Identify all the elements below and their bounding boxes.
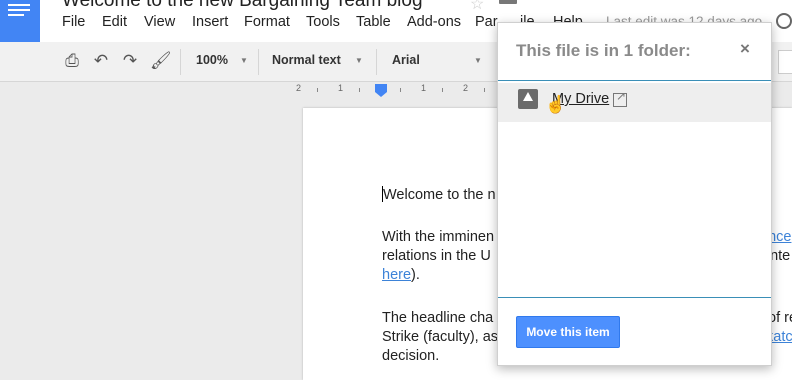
zoom-select[interactable]: 100% xyxy=(196,53,228,67)
toolbar-divider xyxy=(258,49,259,75)
link-text[interactable]: here xyxy=(382,267,411,283)
doc-line[interactable]: relations in the U xyxy=(382,247,491,266)
logo-line xyxy=(8,14,24,16)
menu-edit[interactable]: Edit xyxy=(102,14,127,30)
doc-line[interactable]: decision. xyxy=(382,347,439,366)
folder-icon[interactable] xyxy=(499,0,517,4)
style-select[interactable]: Normal text xyxy=(272,53,341,67)
ruler-number: 1 xyxy=(338,83,344,93)
chevron-down-icon[interactable]: ▼ xyxy=(474,56,482,65)
doc-line[interactable]: Strike (faculty), as xyxy=(382,328,498,347)
doc-line[interactable]: The headline cha xyxy=(382,309,493,328)
ruler-number: 2 xyxy=(296,83,302,93)
paint-format-icon[interactable]: 🖌 xyxy=(150,52,172,70)
toolbar-overflow-button[interactable] xyxy=(778,50,792,74)
logo-line xyxy=(8,4,30,6)
doc-text: With the imminen xyxy=(382,229,495,245)
doc-text: relations in the U xyxy=(382,248,491,264)
doc-text: Strike (faculty), as xyxy=(382,329,499,345)
print-icon[interactable]: ⎙ xyxy=(63,52,81,70)
ruler-tick xyxy=(317,88,318,92)
popup-divider xyxy=(498,297,771,298)
ruler-number: 1 xyxy=(421,83,427,93)
doc-line[interactable]: Welcome to the n xyxy=(382,186,496,205)
ruler-tick xyxy=(359,88,360,92)
logo-line xyxy=(8,9,30,11)
toolbar-divider xyxy=(376,49,377,75)
ruler-tick xyxy=(400,88,401,92)
folder-row-my-drive[interactable]: My Drive ☝ xyxy=(498,83,771,122)
chevron-down-icon[interactable]: ▼ xyxy=(240,56,248,65)
open-in-new-icon[interactable] xyxy=(613,89,627,107)
folder-location-popup: This file is in 1 folder: × My Drive ☝ M… xyxy=(497,22,772,366)
ruler-number: 2 xyxy=(463,83,469,93)
menu-insert[interactable]: Insert xyxy=(192,14,228,30)
google-drive-icon xyxy=(518,89,538,109)
menu-view[interactable]: View xyxy=(144,14,175,30)
undo-icon[interactable]: ↶ xyxy=(92,52,110,70)
star-icon[interactable]: ☆ xyxy=(470,0,484,14)
menu-file[interactable]: File xyxy=(62,14,85,30)
menu-format[interactable]: Format xyxy=(244,14,290,30)
docs-logo-icon[interactable] xyxy=(0,0,40,42)
popup-divider xyxy=(498,80,771,81)
menu-tools[interactable]: Tools xyxy=(306,14,340,30)
document-title[interactable]: Welcome to the new Bargaining Team blog xyxy=(62,0,423,12)
doc-text: ). xyxy=(411,267,420,283)
doc-text: Welcome to the n xyxy=(383,187,496,203)
hand-pointer-icon: ☝ xyxy=(545,95,567,114)
menu-paragraph-styles[interactable]: Par xyxy=(475,14,498,30)
font-select[interactable]: Arial xyxy=(392,53,420,67)
ruler-tick xyxy=(442,88,443,92)
ruler-tick xyxy=(484,88,485,92)
history-icon[interactable] xyxy=(776,13,792,29)
doc-text: The headline cha xyxy=(382,310,494,326)
close-icon[interactable]: × xyxy=(740,39,750,59)
menu-table[interactable]: Table xyxy=(356,14,391,30)
doc-line[interactable]: With the imminen xyxy=(382,228,494,247)
indent-arrow-icon[interactable] xyxy=(375,92,387,97)
move-item-button[interactable]: Move this item xyxy=(516,316,620,348)
chevron-down-icon[interactable]: ▼ xyxy=(355,56,363,65)
redo-icon[interactable]: ↷ xyxy=(121,52,139,70)
toolbar-divider xyxy=(180,49,181,75)
popup-title: This file is in 1 folder: xyxy=(516,41,691,60)
doc-text: decision. xyxy=(382,348,440,364)
indent-marker[interactable] xyxy=(375,84,387,92)
doc-line[interactable]: here). xyxy=(382,266,420,285)
menu-addons[interactable]: Add-ons xyxy=(407,14,461,30)
